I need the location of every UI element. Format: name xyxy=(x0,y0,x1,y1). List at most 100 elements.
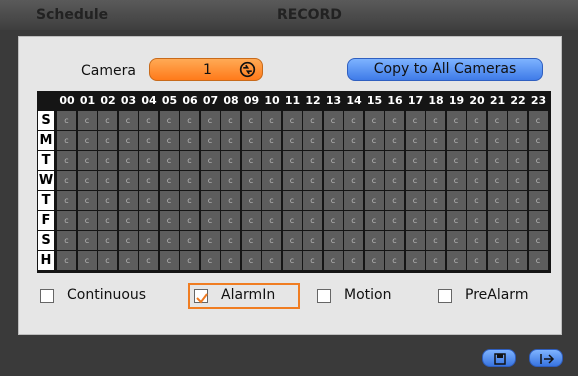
schedule-cell[interactable]: c xyxy=(200,251,220,270)
schedule-cell[interactable]: c xyxy=(405,191,425,210)
schedule-cell[interactable]: c xyxy=(344,151,363,170)
schedule-cell[interactable]: c xyxy=(200,151,220,170)
schedule-cell[interactable]: c xyxy=(405,151,425,170)
schedule-cell[interactable]: c xyxy=(262,231,281,250)
schedule-cell[interactable]: c xyxy=(426,231,445,250)
schedule-cell[interactable]: c xyxy=(159,251,179,270)
schedule-cell[interactable]: c xyxy=(77,171,97,190)
schedule-cell[interactable]: c xyxy=(262,171,281,190)
schedule-cell[interactable]: c xyxy=(77,131,97,150)
schedule-cell[interactable]: c xyxy=(200,131,220,150)
continuous-checkbox[interactable] xyxy=(40,289,54,303)
schedule-cell[interactable]: c xyxy=(221,211,240,230)
schedule-cell[interactable]: c xyxy=(467,111,486,130)
schedule-cell[interactable]: c xyxy=(446,211,466,230)
schedule-cell[interactable]: c xyxy=(364,171,384,190)
schedule-cell[interactable]: c xyxy=(180,131,199,150)
schedule-cell[interactable]: c xyxy=(241,231,261,250)
save-button[interactable] xyxy=(482,349,516,367)
schedule-cell[interactable]: c xyxy=(364,191,384,210)
schedule-cell[interactable]: c xyxy=(446,191,466,210)
schedule-cell[interactable]: c xyxy=(118,211,138,230)
schedule-cell[interactable]: c xyxy=(528,131,548,150)
schedule-cell[interactable]: c xyxy=(385,251,404,270)
schedule-cell[interactable]: c xyxy=(528,211,548,230)
schedule-cell[interactable]: c xyxy=(385,191,404,210)
copy-to-all-cameras-button[interactable]: Copy to All Cameras xyxy=(347,58,543,81)
schedule-cell[interactable]: c xyxy=(282,151,302,170)
schedule-cell[interactable]: c xyxy=(98,131,117,150)
schedule-cell[interactable]: c xyxy=(98,151,117,170)
schedule-cell[interactable]: c xyxy=(282,171,302,190)
schedule-cell[interactable]: c xyxy=(323,131,343,150)
schedule-cell[interactable]: c xyxy=(487,171,507,190)
schedule-cell[interactable]: c xyxy=(426,211,445,230)
schedule-cell[interactable]: c xyxy=(385,231,404,250)
schedule-cell[interactable]: c xyxy=(139,191,158,210)
schedule-cell[interactable]: c xyxy=(385,151,404,170)
schedule-cell[interactable]: c xyxy=(467,171,486,190)
schedule-cell[interactable]: c xyxy=(344,171,363,190)
schedule-cell[interactable]: c xyxy=(282,191,302,210)
schedule-cell[interactable]: c xyxy=(57,211,76,230)
schedule-cell[interactable]: c xyxy=(57,111,76,130)
schedule-cell[interactable]: c xyxy=(180,231,199,250)
schedule-cell[interactable]: c xyxy=(221,191,240,210)
schedule-cell[interactable]: c xyxy=(508,131,527,150)
schedule-cell[interactable]: c xyxy=(262,151,281,170)
schedule-cell[interactable]: c xyxy=(159,171,179,190)
schedule-cell[interactable]: c xyxy=(508,111,527,130)
schedule-cell[interactable]: c xyxy=(221,171,240,190)
schedule-cell[interactable]: c xyxy=(487,231,507,250)
prealarm-checkbox[interactable] xyxy=(438,289,452,303)
schedule-cell[interactable]: c xyxy=(139,151,158,170)
schedule-cell[interactable]: c xyxy=(344,231,363,250)
schedule-cell[interactable]: c xyxy=(467,191,486,210)
schedule-cell[interactable]: c xyxy=(139,211,158,230)
schedule-cell[interactable]: c xyxy=(159,131,179,150)
schedule-cell[interactable]: c xyxy=(282,131,302,150)
schedule-cell[interactable]: c xyxy=(180,151,199,170)
schedule-cell[interactable]: c xyxy=(446,131,466,150)
schedule-cell[interactable]: c xyxy=(508,191,527,210)
schedule-cell[interactable]: c xyxy=(221,131,240,150)
schedule-cell[interactable]: c xyxy=(528,251,548,270)
schedule-cell[interactable]: c xyxy=(98,171,117,190)
schedule-cell[interactable]: c xyxy=(446,231,466,250)
schedule-cell[interactable]: c xyxy=(241,191,261,210)
schedule-cell[interactable]: c xyxy=(77,191,97,210)
schedule-cell[interactable]: c xyxy=(200,171,220,190)
schedule-cell[interactable]: c xyxy=(364,131,384,150)
schedule-cell[interactable]: c xyxy=(118,111,138,130)
schedule-cell[interactable]: c xyxy=(303,111,322,130)
schedule-cell[interactable]: c xyxy=(364,211,384,230)
schedule-cell[interactable]: c xyxy=(159,231,179,250)
schedule-cell[interactable]: c xyxy=(98,211,117,230)
schedule-cell[interactable]: c xyxy=(57,171,76,190)
schedule-cell[interactable]: c xyxy=(323,231,343,250)
schedule-cell[interactable]: c xyxy=(426,251,445,270)
schedule-cell[interactable]: c xyxy=(200,231,220,250)
schedule-cell[interactable]: c xyxy=(344,111,363,130)
schedule-cell[interactable]: c xyxy=(303,211,322,230)
schedule-cell[interactable]: c xyxy=(77,111,97,130)
schedule-cell[interactable]: c xyxy=(385,171,404,190)
schedule-cell[interactable]: c xyxy=(159,211,179,230)
schedule-cell[interactable]: c xyxy=(221,151,240,170)
camera-selector[interactable]: 1 xyxy=(149,58,263,81)
schedule-cell[interactable]: c xyxy=(323,191,343,210)
schedule-cell[interactable]: c xyxy=(98,251,117,270)
schedule-cell[interactable]: c xyxy=(98,191,117,210)
schedule-cell[interactable]: c xyxy=(139,131,158,150)
schedule-cell[interactable]: c xyxy=(446,151,466,170)
schedule-cell[interactable]: c xyxy=(487,111,507,130)
schedule-cell[interactable]: c xyxy=(344,131,363,150)
schedule-cell[interactable]: c xyxy=(528,171,548,190)
schedule-cell[interactable]: c xyxy=(282,251,302,270)
schedule-cell[interactable]: c xyxy=(426,171,445,190)
schedule-cell[interactable]: c xyxy=(303,191,322,210)
schedule-cell[interactable]: c xyxy=(241,211,261,230)
schedule-cell[interactable]: c xyxy=(303,171,322,190)
schedule-cell[interactable]: c xyxy=(180,191,199,210)
schedule-cell[interactable]: c xyxy=(180,211,199,230)
